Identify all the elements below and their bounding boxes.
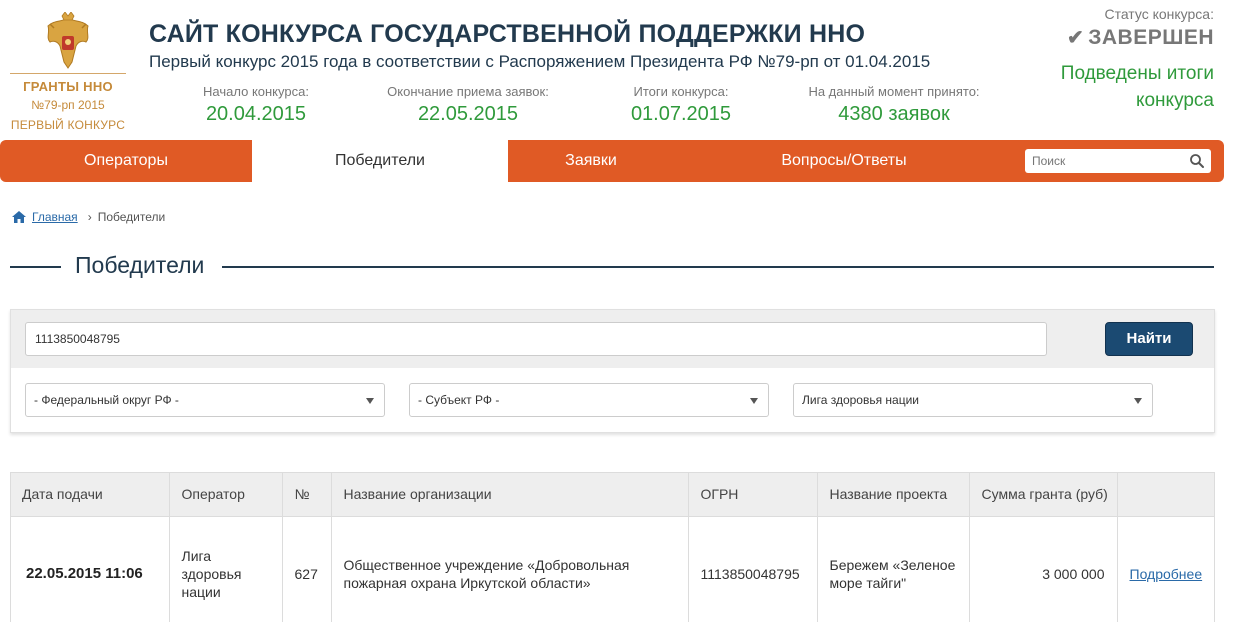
logo[interactable]: ГРАНТЫ ННО №79-рп 2015 ПЕРВЫЙ КОНКУРС: [0, 0, 136, 140]
filter-panel: Найти - Федеральный округ РФ - - Субъект…: [10, 309, 1215, 433]
federal-district-value: - Федеральный округ РФ -: [34, 393, 179, 407]
cell-date: 22.05.2015 11:06: [10, 516, 170, 622]
site-subtitle: Первый конкурс 2015 года в соответствии …: [149, 52, 931, 71]
status-label: Статус конкурса:: [1104, 6, 1214, 22]
column-header-operator[interactable]: Оператор: [169, 472, 283, 517]
section-divider-right: [222, 266, 1214, 268]
region-value: - Субъект РФ -: [418, 393, 500, 407]
cell-organization: Общественное учреждение «Добровольная по…: [331, 516, 689, 622]
filter-search-bar: Найти: [11, 310, 1214, 368]
column-header-project[interactable]: Название проекта: [817, 472, 970, 517]
logo-tagline: ПЕРВЫЙ КОНКУРС: [10, 118, 126, 132]
stat-end: Окончание приема заявок: 22.05.2015: [380, 84, 556, 126]
cell-details: Подробнее: [1117, 516, 1215, 622]
cell-number: 627: [282, 516, 332, 622]
nav-search: [1025, 149, 1211, 173]
column-header-organization[interactable]: Название организации: [331, 472, 689, 517]
breadcrumb-current: Победители: [97, 210, 166, 224]
stat-start: Начало конкурса: 20.04.2015: [198, 84, 314, 126]
cell-ogrn: 1113850048795: [688, 516, 818, 622]
stat-value: 22.05.2015: [417, 103, 519, 125]
search-icon[interactable]: [1189, 153, 1205, 169]
column-header-amount[interactable]: Сумма гранта (руб): [969, 472, 1118, 517]
stat-value: 4380 заявок: [838, 103, 950, 125]
nav-search-input[interactable]: [1025, 149, 1185, 173]
column-header-ogrn[interactable]: ОГРН: [688, 472, 818, 517]
column-header-date[interactable]: Дата подачи: [10, 472, 170, 517]
table-row: 22.05.2015 11:06 Лига здоровья нации 627…: [10, 516, 1215, 622]
section-title: Победители: [75, 252, 205, 278]
cell-amount: 3 000 000: [969, 516, 1118, 622]
cell-operator: Лига здоровья нации: [169, 516, 283, 622]
status-text: ЗАВЕРШЕН: [1088, 26, 1214, 49]
column-header-actions: [1117, 472, 1215, 517]
home-icon[interactable]: [11, 210, 27, 224]
stat-results: Итоги конкурса: 01.07.2015: [626, 84, 736, 126]
coat-of-arms-icon: [47, 12, 89, 69]
operator-value: Лига здоровья нации: [802, 393, 919, 407]
site-title: САЙТ КОНКУРСА ГОСУДАРСТВЕННОЙ ПОДДЕРЖКИ …: [149, 20, 866, 48]
stat-label: Окончание приема заявок:: [387, 84, 549, 99]
find-button[interactable]: Найти: [1105, 322, 1193, 356]
breadcrumb: Главная › Победители: [11, 210, 165, 224]
chevron-right-icon: ›: [87, 210, 92, 224]
page: ГРАНТЫ ННО №79-рп 2015 ПЕРВЫЙ КОНКУРС СА…: [0, 0, 1247, 622]
logo-subtitle: №79-рп 2015: [31, 98, 105, 112]
chevron-down-icon: [750, 398, 758, 404]
main-nav: Операторы Победители Заявки Вопросы/Отве…: [0, 140, 1224, 182]
details-link[interactable]: Подробнее: [1130, 566, 1203, 582]
nav-item-operators[interactable]: Операторы: [0, 140, 252, 182]
table-header-row: Дата подачи Оператор № Название организа…: [10, 472, 1215, 517]
status-value: ✔ ЗАВЕРШЕН: [1061, 25, 1214, 50]
chevron-down-icon: [1134, 398, 1142, 404]
winner-search-field: [25, 322, 1047, 356]
stat-value: 20.04.2015: [205, 103, 307, 125]
section-divider-left: [10, 266, 61, 268]
stat-label: Начало конкурса:: [203, 84, 309, 99]
winners-table: Дата подачи Оператор № Название организа…: [10, 472, 1215, 622]
federal-district-select[interactable]: - Федеральный округ РФ -: [25, 383, 385, 417]
contest-status: Статус конкурса: ✔ ЗАВЕРШЕН Подведены ито…: [1061, 6, 1214, 114]
winner-search-input[interactable]: [26, 323, 1046, 355]
region-select[interactable]: - Субъект РФ -: [409, 383, 769, 417]
chevron-down-icon: [366, 398, 374, 404]
operator-select[interactable]: Лига здоровья нации: [793, 383, 1153, 417]
check-icon: ✔: [1066, 27, 1085, 49]
column-header-number[interactable]: №: [282, 472, 332, 517]
stat-label: На данный момент принято:: [808, 84, 980, 99]
logo-title: ГРАНТЫ ННО: [23, 79, 113, 94]
nav-item-applications[interactable]: Заявки: [508, 140, 674, 182]
logo-divider: [10, 73, 126, 74]
status-result-line-2: конкурса: [1135, 90, 1214, 111]
nav-item-winners[interactable]: Победители: [252, 140, 508, 182]
stat-value: 01.07.2015: [630, 103, 732, 125]
stat-label: Итоги конкурса:: [633, 84, 729, 99]
nav-item-faq[interactable]: Вопросы/Ответы: [674, 140, 1014, 182]
status-result-line-1: Подведены итоги: [1060, 63, 1214, 84]
breadcrumb-home-link[interactable]: Главная: [32, 210, 78, 224]
status-result: Подведены итоги конкурса: [1061, 60, 1214, 114]
cell-project: Бережем «Зеленое море тайги": [817, 516, 970, 622]
stat-accepted: На данный момент принято: 4380 заявок: [800, 84, 988, 126]
